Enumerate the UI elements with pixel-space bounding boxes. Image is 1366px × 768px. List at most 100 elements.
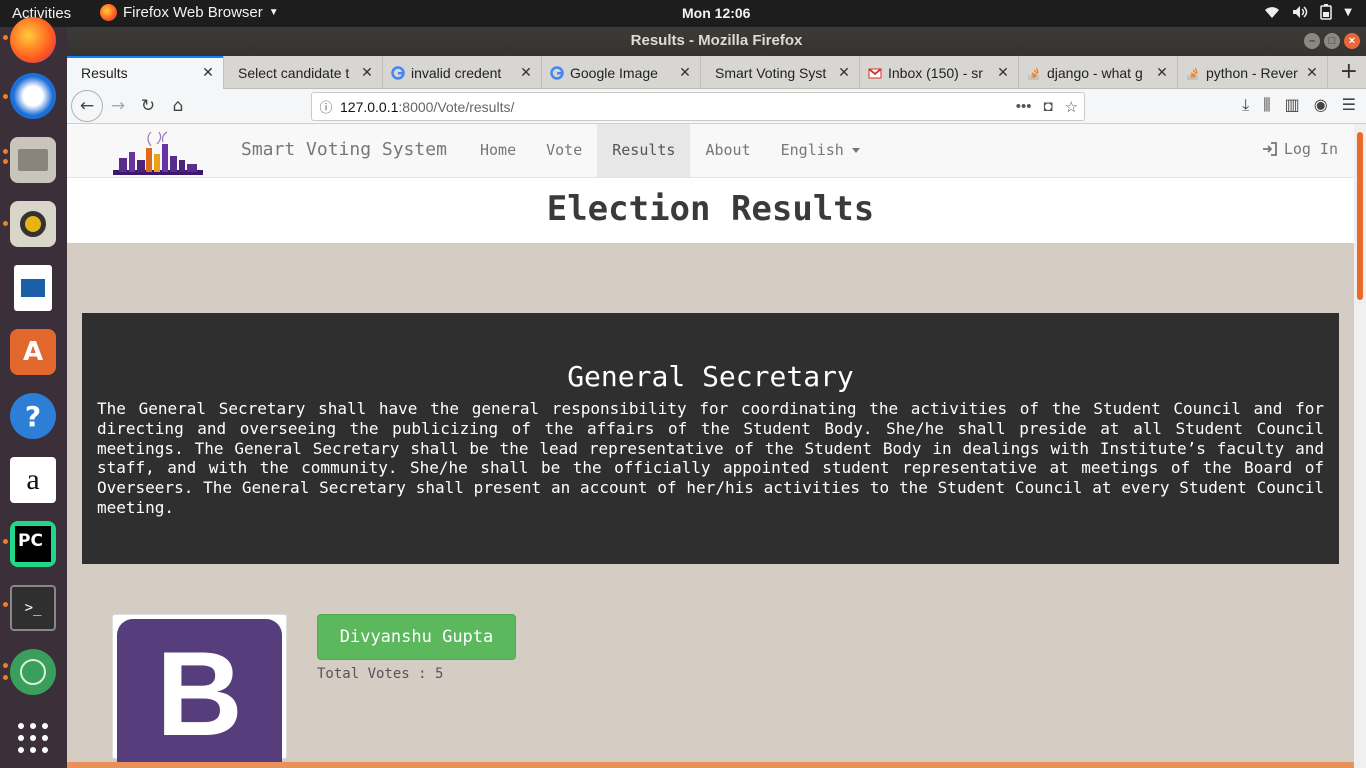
scrollbar-thumb[interactable]: [1357, 132, 1363, 300]
bottom-accent-bar: [67, 762, 1354, 768]
url-actions: ••• ◘ ☆: [1016, 98, 1078, 116]
candidate-name-button[interactable]: Divyanshu Gupta: [317, 614, 516, 660]
pocket-icon[interactable]: ◘: [1043, 98, 1052, 116]
close-tab-icon[interactable]: ✕: [1305, 64, 1319, 81]
close-tab-icon[interactable]: ✕: [201, 64, 215, 81]
close-tab-icon[interactable]: ✕: [360, 64, 374, 81]
maximize-icon[interactable]: □: [1324, 33, 1340, 49]
post-description: The General Secretary shall have the gen…: [97, 399, 1324, 517]
forward-button[interactable]: →: [103, 91, 133, 121]
hamburger-menu-icon[interactable]: ☰: [1342, 95, 1356, 115]
show-apps-button[interactable]: [10, 715, 56, 761]
running-indicator: [3, 149, 8, 154]
chevron-down-icon: ▼: [268, 7, 279, 18]
post-panel: General Secretary The General Secretary …: [82, 313, 1339, 564]
files-dock-icon[interactable]: [10, 137, 56, 183]
tab-google-image[interactable]: Google Image ✕: [542, 56, 701, 89]
thunderbird-dock-icon[interactable]: [10, 73, 56, 119]
question-icon: ?: [24, 399, 42, 433]
download-icon[interactable]: ⤓: [1242, 95, 1249, 115]
back-button[interactable]: ←: [71, 90, 103, 122]
tab-results[interactable]: Results ✕: [67, 56, 224, 89]
language-label: English: [780, 141, 844, 159]
page-scrollbar[interactable]: [1354, 124, 1366, 768]
url-path: :8000/Vote/results/: [398, 98, 515, 115]
running-indicator: [3, 94, 8, 99]
nav-results[interactable]: Results: [597, 124, 691, 177]
tab-label: Select candidate t: [238, 64, 350, 81]
language-dropdown[interactable]: English: [766, 124, 875, 177]
tab-smart-voting[interactable]: Smart Voting Syst ✕: [701, 56, 860, 89]
bookmark-star-icon[interactable]: ☆: [1065, 98, 1078, 116]
tab-python-reverse[interactable]: python - Rever ✕: [1178, 56, 1328, 89]
login-link[interactable]: Log In: [1262, 140, 1338, 158]
running-indicator: [3, 539, 8, 544]
close-tab-icon[interactable]: ✕: [678, 64, 692, 81]
running-indicator: [3, 602, 8, 607]
app-menu[interactable]: Firefox Web Browser ▼: [100, 4, 279, 21]
close-tab-icon[interactable]: ✕: [519, 64, 533, 81]
battery-icon: [1320, 4, 1333, 20]
drawer-icon: [18, 149, 48, 171]
sidebar-icon[interactable]: ▥: [1285, 95, 1300, 115]
nav-vote[interactable]: Vote: [531, 124, 597, 177]
home-icon: ⌂: [172, 96, 184, 116]
rhythmbox-dock-icon[interactable]: [10, 201, 56, 247]
close-tab-icon[interactable]: ✕: [996, 64, 1010, 81]
atom-dock-icon[interactable]: [10, 649, 56, 695]
reload-icon: ↻: [140, 96, 156, 116]
running-indicator: [3, 159, 8, 164]
site-logo-icon[interactable]: [113, 130, 203, 175]
nav-about[interactable]: About: [690, 124, 765, 177]
tab-label: django - what g: [1047, 64, 1143, 81]
help-dock-icon[interactable]: ?: [10, 393, 56, 439]
new-tab-button[interactable]: +: [1340, 59, 1358, 84]
page-actions-icon[interactable]: •••: [1016, 98, 1032, 116]
tab-label: invalid credent: [411, 64, 502, 81]
close-tab-icon[interactable]: ✕: [1155, 64, 1169, 81]
running-indicator: [3, 663, 8, 668]
site-brand[interactable]: Smart Voting System: [241, 139, 447, 160]
window-titlebar[interactable]: Results - Mozilla Firefox – □ ×: [67, 27, 1366, 56]
running-indicator: [3, 35, 8, 40]
minimize-icon[interactable]: –: [1304, 33, 1320, 49]
tab-invalid-credentials[interactable]: invalid credent ✕: [383, 56, 542, 89]
caret-down-icon: [851, 148, 860, 153]
site-navbar: Smart Voting System Home Vote Results Ab…: [67, 124, 1354, 178]
firefox-dock-icon[interactable]: [10, 17, 56, 63]
tab-django[interactable]: django - what g ✕: [1019, 56, 1178, 89]
running-indicator: [3, 675, 8, 680]
software-dock-icon[interactable]: A: [10, 329, 56, 375]
google-icon: [391, 65, 405, 80]
running-indicator: [3, 221, 8, 226]
system-tray[interactable]: ▼: [1264, 4, 1352, 20]
account-icon[interactable]: ◉: [1314, 95, 1328, 115]
site-info-icon[interactable]: ⓘ: [312, 97, 340, 116]
writer-dock-icon[interactable]: [14, 265, 52, 311]
clock[interactable]: Mon 12:06: [682, 5, 750, 21]
pycharm-dock-icon[interactable]: PC: [10, 521, 56, 567]
page-content: Smart Voting System Home Vote Results Ab…: [67, 124, 1354, 768]
firefox-icon: [100, 4, 117, 21]
url-bar[interactable]: ⓘ 127.0.0.1:8000/Vote/results/ ••• ◘ ☆: [311, 92, 1085, 121]
candidate-photo: B: [112, 614, 287, 764]
dock: A ? a PC >_: [0, 17, 67, 768]
window-controls: – □ ×: [1304, 33, 1360, 49]
tab-label: Inbox (150) - sr: [888, 64, 983, 81]
close-tab-icon[interactable]: ✕: [837, 64, 851, 81]
document-icon: [21, 279, 45, 297]
bootstrap-logo-icon: B: [117, 619, 282, 764]
terminal-dock-icon[interactable]: >_: [10, 585, 56, 631]
store-a-icon: A: [22, 337, 44, 367]
home-button[interactable]: ⌂: [163, 91, 193, 121]
amazon-dock-icon[interactable]: a: [10, 457, 56, 503]
page-title-band: Election Results: [67, 178, 1354, 243]
speaker-icon: [20, 211, 46, 237]
close-window-icon[interactable]: ×: [1344, 33, 1360, 49]
tab-inbox[interactable]: Inbox (150) - sr ✕: [860, 56, 1019, 89]
library-icon[interactable]: ⫼: [1263, 95, 1270, 115]
reload-button[interactable]: ↻: [133, 91, 163, 121]
nav-home[interactable]: Home: [465, 124, 531, 177]
tab-select-candidate[interactable]: Select candidate t ✕: [224, 56, 383, 89]
tab-label: Results: [81, 64, 128, 81]
